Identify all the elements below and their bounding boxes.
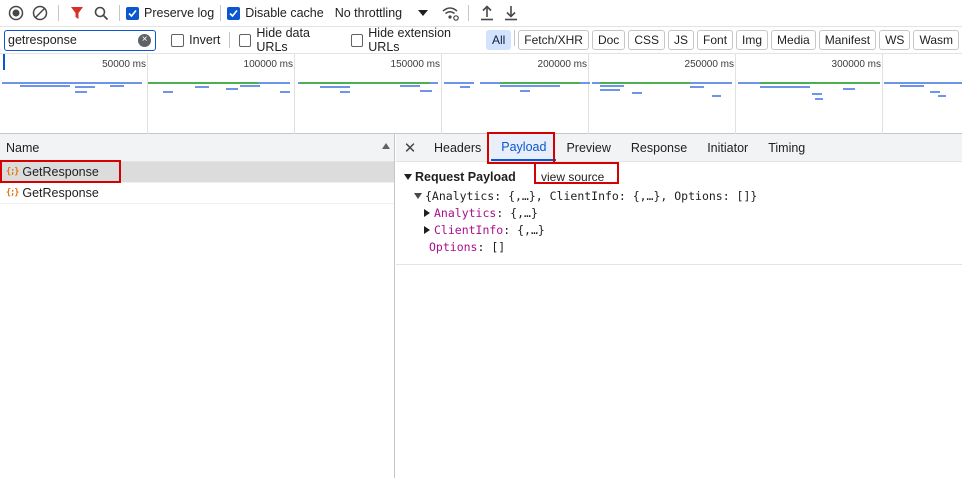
checkbox-checked-icon[interactable] bbox=[126, 6, 139, 20]
details-tabs: ✕ Headers Payload Preview Response Initi… bbox=[396, 132, 962, 164]
highlight-box bbox=[534, 162, 619, 184]
triangle-down-icon bbox=[414, 192, 422, 199]
tab-initiator[interactable]: Initiator bbox=[697, 134, 758, 161]
toolbar-divider bbox=[119, 5, 120, 21]
tree-node-options: Options: [] bbox=[429, 239, 506, 254]
name-column-header[interactable]: Name bbox=[0, 134, 394, 162]
tab-preview[interactable]: Preview bbox=[556, 134, 620, 161]
chip-img[interactable]: Img bbox=[736, 30, 769, 50]
chip-js[interactable]: JS bbox=[668, 30, 695, 50]
invert-label: Invert bbox=[189, 33, 221, 47]
triangle-down-icon bbox=[404, 174, 412, 180]
request-name: GetResponse bbox=[22, 186, 99, 200]
triangle-right-icon bbox=[424, 208, 430, 217]
invert-checkbox[interactable]: Invert bbox=[171, 33, 220, 47]
tree-node-clientinfo[interactable]: ClientInfo: {,…} bbox=[424, 221, 962, 238]
throttling-value: No throttling bbox=[334, 6, 403, 20]
request-details-panel: ✕ Headers Payload Preview Response Initi… bbox=[396, 132, 962, 478]
overview-timeline[interactable]: 50000 ms 100000 ms 150000 ms 200000 ms 2… bbox=[0, 54, 962, 134]
checkbox-checked-icon[interactable] bbox=[227, 6, 241, 20]
toolbar-divider bbox=[514, 30, 516, 46]
filter-icon[interactable] bbox=[65, 1, 89, 25]
sort-ascending-icon bbox=[382, 143, 390, 149]
chip-fetch-xhr[interactable]: Fetch/XHR bbox=[518, 30, 589, 50]
throttling-select[interactable]: No throttling bbox=[334, 6, 429, 20]
highlight-box bbox=[487, 132, 555, 164]
tab-timing[interactable]: Timing bbox=[758, 134, 815, 161]
checkbox-unchecked-icon[interactable] bbox=[171, 33, 185, 47]
network-conditions-icon[interactable] bbox=[438, 1, 462, 25]
checkbox-unchecked-icon[interactable] bbox=[351, 33, 364, 47]
hide-data-urls-label: Hide data URLs bbox=[256, 26, 310, 54]
filter-input[interactable] bbox=[5, 33, 145, 47]
tab-response[interactable]: Response bbox=[621, 134, 697, 161]
chip-manifest[interactable]: Manifest bbox=[818, 30, 877, 50]
node-key: Analytics bbox=[434, 205, 497, 220]
highlight-box bbox=[0, 160, 121, 183]
record-icon[interactable] bbox=[4, 1, 28, 25]
tab-headers[interactable]: Headers bbox=[424, 134, 491, 161]
root-summary: {Analytics: {,…}, ClientInfo: {,…}, Opti… bbox=[425, 188, 758, 203]
preserve-log-checkbox[interactable]: Preserve log bbox=[126, 6, 214, 20]
network-toolbar: Preserve log Disable cache No throttling bbox=[0, 0, 962, 27]
tree-root[interactable]: {Analytics: {,…}, ClientInfo: {,…}, Opti… bbox=[414, 187, 962, 204]
clear-filter-icon[interactable]: × bbox=[138, 33, 152, 47]
search-icon[interactable] bbox=[89, 1, 113, 25]
toolbar-divider bbox=[468, 5, 470, 21]
triangle-right-icon bbox=[424, 225, 430, 234]
chip-css[interactable]: CSS bbox=[628, 30, 665, 50]
hide-extension-urls-label: Hide extension URLs bbox=[368, 26, 451, 54]
import-har-icon[interactable] bbox=[475, 1, 499, 25]
chip-font[interactable]: Font bbox=[697, 30, 734, 50]
payload-tree: {Analytics: {,…}, ClientInfo: {,…}, Opti… bbox=[404, 187, 962, 255]
fetch-request-icon: {;} bbox=[6, 188, 19, 198]
node-value: [] bbox=[491, 239, 506, 254]
chip-wasm[interactable]: Wasm bbox=[913, 30, 959, 50]
node-value: {,…} bbox=[510, 205, 538, 220]
tree-children: Analytics: {,…} ClientInfo: {,…} Options… bbox=[414, 204, 962, 255]
requests-panel: Name {;} GetResponse {;} GetResponse bbox=[0, 134, 395, 478]
disable-cache-label: Disable cache bbox=[245, 6, 324, 20]
hide-extension-urls-checkbox[interactable]: Hide extension URLs bbox=[351, 26, 476, 54]
toolbar-divider bbox=[229, 32, 231, 48]
node-key: ClientInfo bbox=[434, 222, 504, 237]
hide-data-urls-checkbox[interactable]: Hide data URLs bbox=[239, 26, 337, 54]
request-payload-header[interactable]: Request Payload bbox=[404, 170, 962, 184]
export-har-icon[interactable] bbox=[499, 1, 523, 25]
close-icon[interactable]: ✕ bbox=[396, 134, 424, 161]
chip-all[interactable]: All bbox=[485, 30, 512, 50]
preserve-log-label: Preserve log bbox=[144, 6, 215, 20]
request-payload-section: Request Payload view source {Analytics: … bbox=[396, 162, 962, 265]
section-title: Request Payload bbox=[415, 170, 516, 184]
disable-cache-checkbox[interactable]: Disable cache bbox=[227, 6, 324, 20]
node-value: {,…} bbox=[517, 222, 545, 237]
name-column-label: Name bbox=[6, 140, 40, 155]
resource-type-filters: All Fetch/XHR Doc CSS JS Font Img Media … bbox=[485, 30, 962, 50]
filter-bar: × Invert Hide data URLs Hide extension U… bbox=[0, 26, 962, 54]
toolbar-divider bbox=[58, 5, 59, 21]
clear-icon[interactable] bbox=[28, 1, 52, 25]
overview-bars bbox=[2, 54, 962, 100]
toolbar-divider bbox=[220, 5, 222, 21]
tree-node-analytics[interactable]: Analytics: {,…} bbox=[424, 204, 962, 221]
chip-ws[interactable]: WS bbox=[879, 30, 911, 50]
chip-media[interactable]: Media bbox=[771, 30, 816, 50]
checkbox-unchecked-icon[interactable] bbox=[239, 33, 252, 47]
chip-doc[interactable]: Doc bbox=[591, 30, 626, 50]
filter-field[interactable]: × bbox=[4, 29, 157, 51]
chevron-down-icon bbox=[418, 10, 429, 16]
node-key: Options bbox=[429, 239, 478, 254]
request-row[interactable]: {;} GetResponse bbox=[0, 183, 394, 204]
